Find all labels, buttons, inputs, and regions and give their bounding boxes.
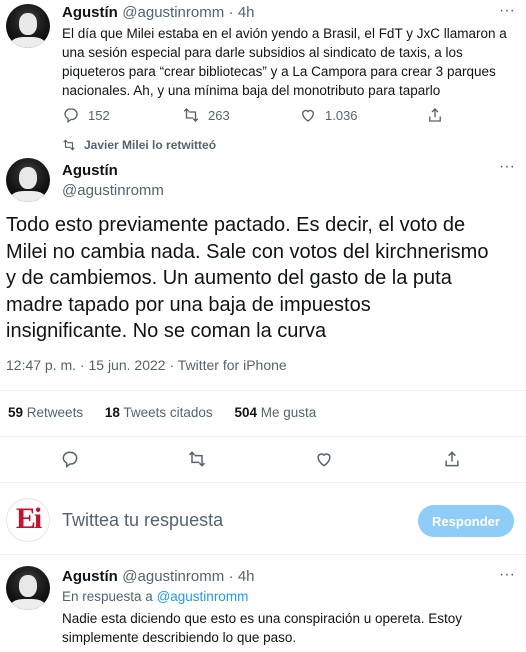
like-count: 1.036 [325, 107, 358, 123]
more-options-icon[interactable]: ··· [499, 158, 515, 176]
share-button[interactable] [426, 106, 444, 124]
retweets-stat[interactable]: 59 Retweets [8, 405, 83, 420]
reply-to-link[interactable]: @agustinromm [157, 589, 249, 604]
retweet-notice: Javier Milei lo retwitteó [62, 138, 216, 152]
author-handle[interactable]: @agustinromm [122, 4, 224, 21]
author-handle[interactable]: @agustinromm [122, 568, 224, 585]
reply-icon [62, 451, 78, 468]
retweet-count: 263 [208, 107, 230, 123]
tweet-text: Nadie esta diciendo que esto es una cons… [62, 611, 463, 645]
tweet-text: Todo esto previamente pactado. Es decir,… [6, 214, 489, 342]
quotes-stat[interactable]: 18 Tweets citados [105, 405, 213, 420]
heart-icon [302, 109, 314, 122]
retweet-icon [183, 108, 199, 122]
author-name[interactable]: Agustín [62, 568, 118, 585]
author-handle[interactable]: @agustinromm [62, 182, 164, 199]
tweet-stats: 59 Retweets 18 Tweets citados 504 Me gus… [8, 405, 316, 420]
retweet-button[interactable]: 263 [182, 106, 230, 124]
more-options-icon[interactable]: ··· [499, 2, 515, 20]
tweet-timestamp[interactable]: 12:47 p. m. · 15 jun. 2022 · Twitter for… [6, 357, 287, 373]
share-icon [445, 451, 459, 467]
avatar[interactable] [6, 566, 50, 610]
reply-icon [64, 108, 78, 124]
tweet-time[interactable]: · 4h [229, 568, 255, 585]
retweet-icon [63, 139, 75, 151]
reply-count: 152 [88, 107, 110, 123]
reply-input[interactable]: Twittea tu respuesta [62, 510, 223, 531]
reply-button[interactable]: 152 [62, 106, 110, 124]
logo-text: Ei [15, 502, 42, 535]
retweet-button[interactable] [187, 449, 207, 469]
heart-icon [317, 453, 331, 467]
reply-submit-button[interactable]: Responder [418, 505, 514, 537]
like-button[interactable]: 1.036 [299, 106, 358, 124]
reply-button[interactable] [60, 449, 80, 469]
reply-context: En respuesta a @agustinromm [62, 589, 249, 604]
likes-stat[interactable]: 504 Me gusta [234, 405, 316, 420]
share-icon [429, 108, 441, 122]
avatar[interactable] [6, 158, 50, 202]
author-name[interactable]: Agustín [62, 162, 164, 179]
tweet-text: El día que Milei estaba en el avión yend… [62, 26, 507, 98]
retweeter-name[interactable]: Javier Milei lo retwitteó [84, 138, 216, 152]
retweet-icon [188, 451, 206, 467]
more-options-icon[interactable]: ··· [499, 566, 515, 584]
avatar[interactable] [6, 4, 50, 48]
author-name[interactable]: Agustín [62, 4, 118, 21]
tweet-time[interactable]: · 4h [229, 4, 255, 21]
user-avatar-logo[interactable]: Ei [6, 498, 50, 542]
share-button[interactable] [442, 449, 462, 469]
like-button[interactable] [314, 449, 334, 469]
